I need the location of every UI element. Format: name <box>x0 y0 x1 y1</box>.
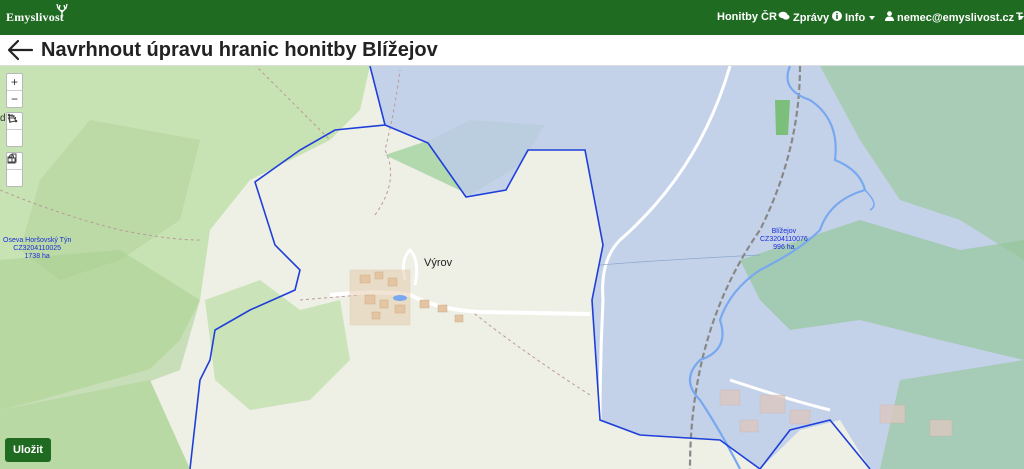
back-arrow-icon[interactable] <box>6 38 34 62</box>
nav-honitby[interactable]: Honitby ČR <box>717 11 777 23</box>
map-canvas[interactable]: + − d Oseva Horšovský Týn CZ3204110025 1… <box>0 66 1024 469</box>
layers-icon[interactable] <box>7 153 22 186</box>
map-layer <box>0 66 1024 469</box>
nav-info[interactable]: Info <box>832 11 876 24</box>
antler-icon <box>56 3 68 18</box>
draw-toolbar <box>6 112 23 147</box>
page-header: Navrhnout úpravu hranic honitby Blížejov <box>0 35 1024 66</box>
cut-map-label: d <box>0 113 6 124</box>
edit-vertices-icon[interactable] <box>7 113 22 146</box>
top-navbar: Emyslivost Honitby ČR Zprávy Info nemec@… <box>0 0 1024 35</box>
nav-zpravy[interactable]: Zprávy <box>778 11 829 24</box>
nav-user[interactable]: nemec@emyslivost.cz <box>885 11 1024 24</box>
chat-icon <box>778 11 790 24</box>
page-title: Navrhnout úpravu hranic honitby Blížejov <box>41 39 438 61</box>
nav-cut-item[interactable]: T <box>1016 11 1023 23</box>
user-icon <box>885 11 894 24</box>
hunting-ground-label[interactable]: Oseva Horšovský Týn CZ3204110025 1738 ha <box>3 237 71 261</box>
hunting-ground-label[interactable]: Blížejov CZ3204110076 996 ha <box>760 228 808 252</box>
save-button[interactable]: Uložit <box>5 438 51 462</box>
zoom-out-button[interactable]: − <box>7 90 22 107</box>
info-icon <box>832 11 842 24</box>
chevron-down-icon <box>869 16 876 21</box>
zoom-in-button[interactable]: + <box>7 74 22 90</box>
village-label: Výrov <box>424 257 453 269</box>
zoom-control: + − <box>6 73 23 108</box>
lock-toolbar <box>6 152 23 187</box>
